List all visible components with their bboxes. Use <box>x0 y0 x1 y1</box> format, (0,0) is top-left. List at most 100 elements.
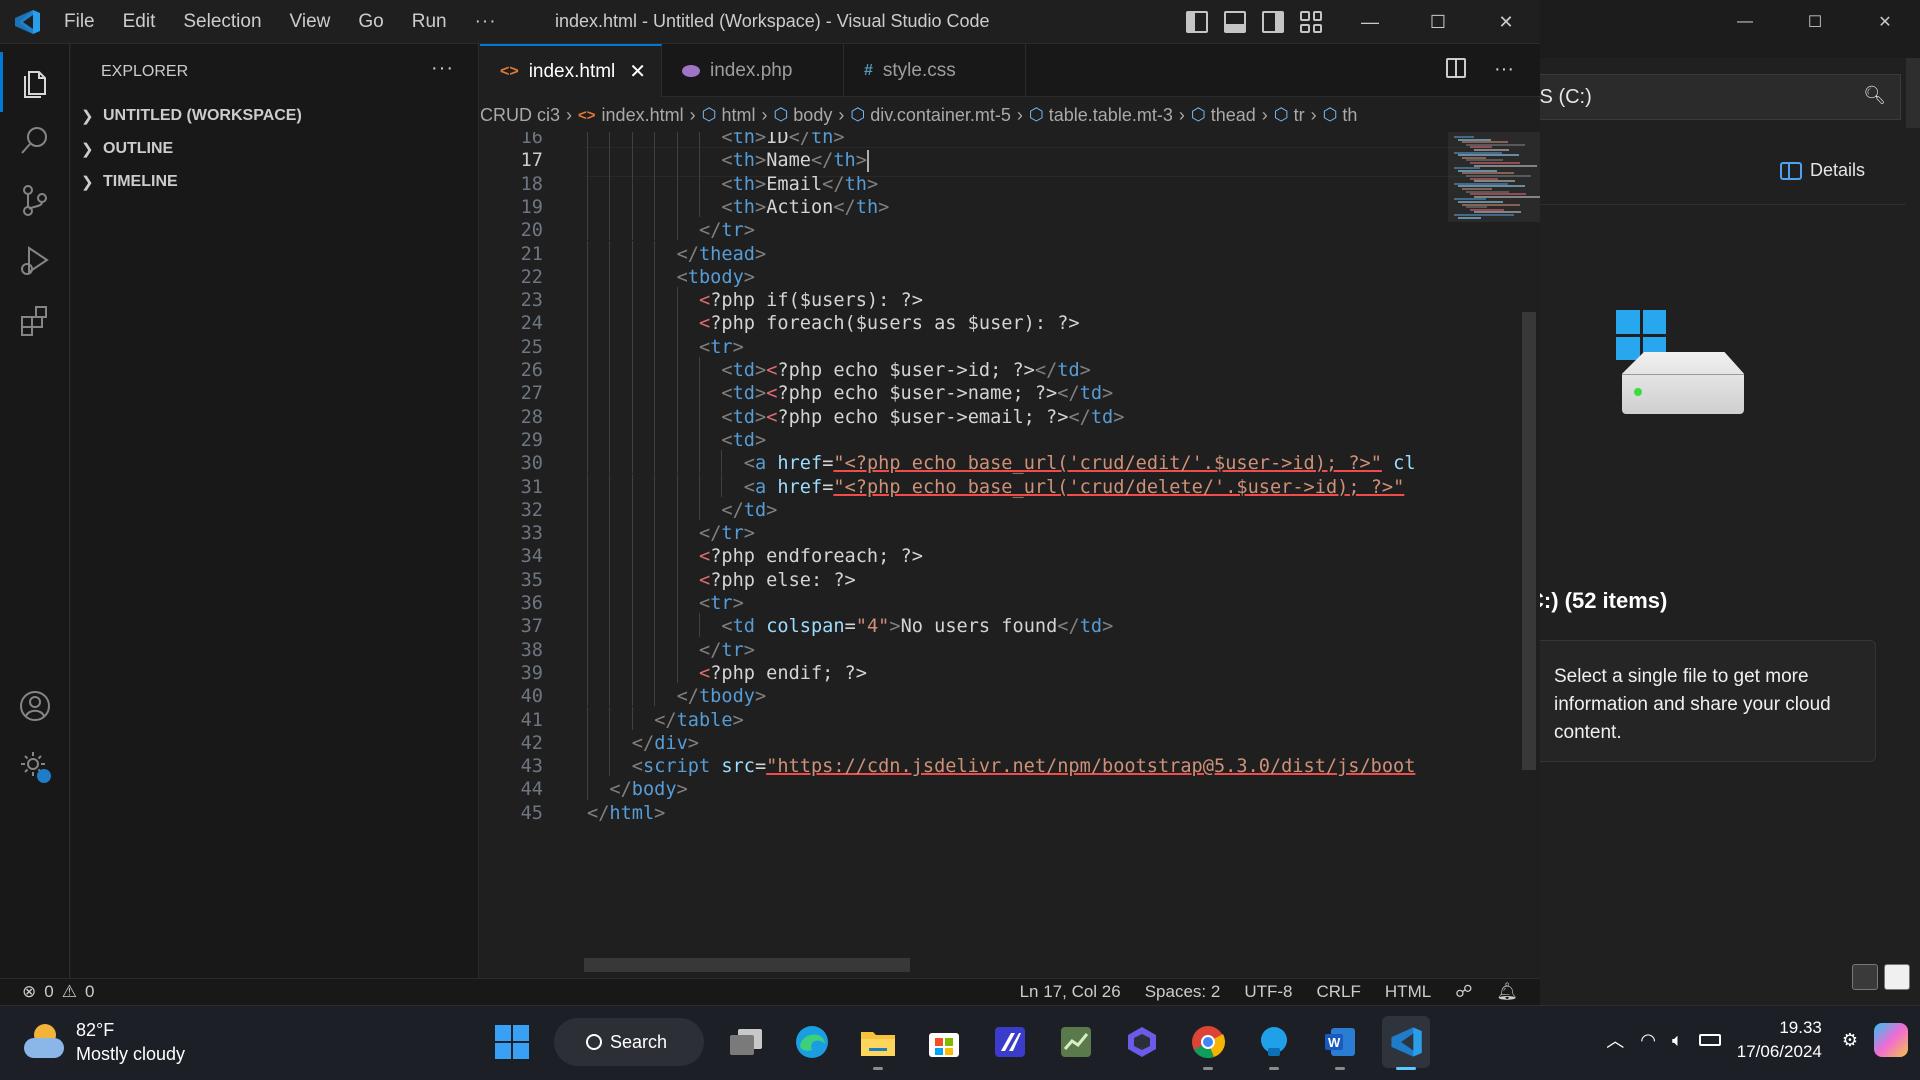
breadcrumb-item[interactable]: ⬡ body › <box>773 105 850 126</box>
explorer-scrollbar[interactable] <box>1906 58 1920 128</box>
menu-file[interactable]: File <box>50 11 109 33</box>
copilot-app-icon[interactable] <box>1118 1016 1166 1068</box>
explorer-close-button[interactable]: ✕ <box>1850 0 1920 44</box>
search-icon[interactable] <box>0 110 70 170</box>
taskbar-search[interactable]: Search <box>554 1018 704 1066</box>
microsoft-store-icon[interactable] <box>920 1016 968 1068</box>
minimap-line <box>1458 216 1481 219</box>
indentation[interactable]: Spaces: 2 <box>1145 982 1221 1002</box>
indent-guide <box>676 217 678 241</box>
manage-gear-icon[interactable] <box>0 736 70 796</box>
tab-index-html[interactable]: <> index.html ✕ <box>480 44 662 97</box>
cursor-position[interactable]: Ln 17, Col 26 <box>1020 982 1121 1002</box>
explorer-icon[interactable] <box>0 52 70 112</box>
copilot-tray-icon[interactable] <box>1874 1023 1908 1057</box>
copilot-icon[interactable]: ☍ <box>1455 982 1472 1002</box>
error-count: 0 <box>44 982 54 1001</box>
source-control-icon[interactable] <box>0 170 70 230</box>
indent-guide <box>631 333 633 357</box>
close-tab-icon[interactable]: ✕ <box>629 59 646 84</box>
breadcrumb-item[interactable]: ⬡ th <box>1323 105 1358 126</box>
split-editor-icon[interactable] <box>1446 58 1467 78</box>
cloud-app-icon[interactable] <box>1250 1016 1298 1070</box>
start-button[interactable] <box>488 1016 536 1068</box>
explorer-minimize-button[interactable]: — <box>1710 0 1780 44</box>
stock-chart-app-icon[interactable] <box>1052 1016 1100 1068</box>
indent-guide <box>676 426 678 451</box>
notification-icon[interactable]: ⚙ <box>1842 1030 1858 1051</box>
vscode-taskbar-icon[interactable] <box>1382 1016 1430 1070</box>
clock[interactable]: 19.33 17/06/2024 <box>1737 1016 1822 1064</box>
close-button[interactable]: ✕ <box>1472 0 1540 44</box>
chrome-browser-icon[interactable] <box>1184 1016 1232 1070</box>
language-mode[interactable]: HTML <box>1385 982 1431 1002</box>
indent-guide <box>631 473 633 497</box>
breadcrumb-item[interactable]: <> index.html › <box>578 105 702 126</box>
wifi-icon[interactable]: ◠ <box>1640 1030 1656 1051</box>
accounts-icon[interactable] <box>0 676 70 736</box>
explorer-maximize-button[interactable]: ☐ <box>1780 0 1850 44</box>
chevron-up-icon[interactable]: ︿ <box>1606 1027 1624 1053</box>
extensions-icon[interactable] <box>0 290 70 350</box>
explorer-address-bar[interactable]: OS (C:) 🔍︎ <box>1524 74 1901 120</box>
details-view-button[interactable] <box>1852 964 1878 990</box>
edge-browser-icon[interactable] <box>788 1016 836 1068</box>
tab-index-php[interactable]: index.php <box>662 44 844 97</box>
editor-more-actions-icon[interactable]: ··· <box>1494 58 1514 81</box>
indent-guide <box>587 496 588 521</box>
breadcrumb-item[interactable]: CRUD ci3 › <box>480 105 578 126</box>
battery-icon[interactable] <box>1698 1034 1721 1046</box>
breadcrumb-item[interactable]: ⬡ thead › <box>1191 105 1274 126</box>
notifications-bell-icon[interactable]: 🔔︎ <box>1496 982 1518 1002</box>
section-workspace[interactable]: ❯ UNTITLED (WORKSPACE) <box>71 99 478 132</box>
task-view-icon[interactable] <box>722 1016 770 1068</box>
tiles-view-button[interactable] <box>1884 964 1910 990</box>
customize-layout-icon[interactable] <box>1300 11 1322 33</box>
indent-guide <box>654 683 656 707</box>
indent-guide <box>587 729 588 754</box>
indent-guide <box>587 590 588 614</box>
toggle-secondary-sidebar-icon[interactable] <box>1262 11 1284 33</box>
explorer-more-actions[interactable]: ··· <box>431 57 454 80</box>
problems-indicator[interactable]: ⊗ 0 ⚠ 0 <box>22 982 94 1002</box>
menu-selection[interactable]: Selection <box>169 11 275 33</box>
encoding[interactable]: UTF-8 <box>1244 982 1292 1002</box>
indent-guide <box>631 520 633 544</box>
weather-widget[interactable]: 82°F Mostly cloudy <box>22 1018 185 1066</box>
menu-edit[interactable]: Edit <box>109 11 170 33</box>
breadcrumb-item[interactable]: ⬡ table.table.mt-3 › <box>1029 105 1191 126</box>
breadcrumb-item[interactable]: ⬡ div.container.mt-5 › <box>850 105 1029 126</box>
toggle-panel-icon[interactable] <box>1224 11 1246 33</box>
indent-guide <box>676 333 678 357</box>
breadcrumb-item[interactable]: ⬡ tr › <box>1274 105 1323 126</box>
file-explorer-icon[interactable] <box>854 1016 902 1070</box>
end-of-line[interactable]: CRLF <box>1317 982 1361 1002</box>
indent-guide <box>609 659 611 684</box>
indent-guide <box>654 520 656 544</box>
minimize-button[interactable]: — <box>1336 0 1404 44</box>
pen-app-icon[interactable] <box>986 1016 1034 1068</box>
menu-run[interactable]: Run <box>398 11 461 33</box>
code-editor[interactable]: 16 <th>ID</th> 17 <th>Name</th> 18 <th>Email<… <box>480 132 1540 978</box>
maximize-button[interactable]: ☐ <box>1404 0 1472 44</box>
menu-more[interactable]: ··· <box>461 11 511 33</box>
vertical-scrollbar[interactable] <box>1522 312 1536 770</box>
details-button[interactable]: Details <box>1780 160 1865 181</box>
word-app-icon[interactable]: W <box>1316 1016 1364 1070</box>
indent-guide <box>699 170 700 194</box>
menu-view[interactable]: View <box>276 11 345 33</box>
section-outline[interactable]: ❯ OUTLINE <box>71 132 478 165</box>
breadcrumb-item[interactable]: ⬡ html › <box>702 105 774 126</box>
tab-style-css[interactable]: # style.css <box>844 44 1026 97</box>
indent-guide <box>676 170 678 194</box>
menu-go[interactable]: Go <box>344 11 397 33</box>
horizontal-scrollbar[interactable] <box>584 958 910 972</box>
section-timeline[interactable]: ❯ TIMELINE <box>71 165 478 198</box>
volume-icon[interactable]: 🔈︎ <box>1672 1030 1683 1051</box>
toggle-primary-sidebar-icon[interactable] <box>1186 11 1208 33</box>
code-line[interactable]: 45 </html> <box>480 800 1440 829</box>
breadcrumb-label: thead <box>1210 104 1256 125</box>
search-icon[interactable]: 🔍︎ <box>1863 85 1886 106</box>
run-debug-icon[interactable] <box>0 230 70 290</box>
indent-guide <box>631 706 633 730</box>
